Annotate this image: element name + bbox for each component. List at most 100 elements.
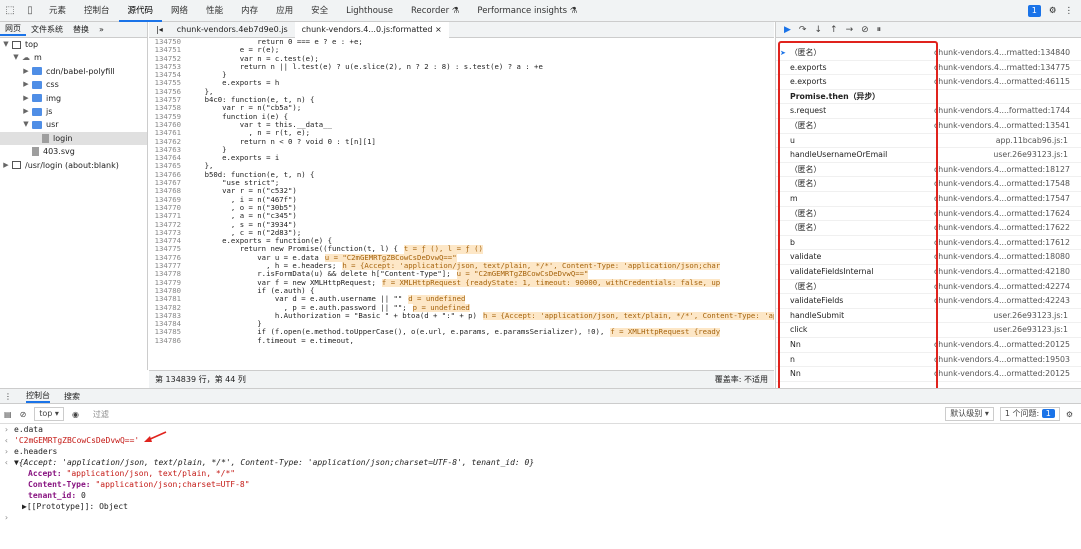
expand-arrow-icon[interactable]: ▶ [22, 92, 30, 105]
panel-tab[interactable]: 性能 [197, 0, 232, 22]
frame-location[interactable]: chunk-vendors.4...ormatted:19503 [934, 353, 1074, 367]
step-out-icon[interactable]: ↑ [830, 25, 838, 35]
device-toggle-icon[interactable]: ▯ [20, 5, 40, 16]
tree-item[interactable]: ▼ ☁ m [0, 51, 147, 64]
tree-item-label: top [25, 40, 39, 49]
step-icon[interactable]: → [846, 25, 854, 35]
tree-item[interactable]: ▶ css [0, 78, 147, 91]
tree-item[interactable]: ▶ cdn/babel-polyfill [0, 65, 147, 78]
frame-location[interactable]: chunk-vendors.4...ormatted:20125 [934, 367, 1074, 381]
issues-badge[interactable]: 1 [1027, 4, 1041, 17]
drawer-menu-icon[interactable]: ⋮ [4, 392, 12, 401]
panel-tab[interactable]: 元素 [40, 0, 75, 22]
prompt-caret-icon: › [4, 513, 9, 522]
object-property-key: tenant_id: [28, 491, 77, 500]
tree-item[interactable]: 403.svg [0, 145, 147, 158]
inspect-icon[interactable]: ⬚ [0, 5, 20, 16]
pause-exceptions-icon[interactable]: ⏸ [877, 25, 882, 35]
tree-item-label: css [46, 80, 59, 90]
frame-location[interactable]: chunk-vendors.4...rmatted:134840 [934, 46, 1074, 60]
code-line: 134755 e.exports = h [149, 79, 774, 88]
resume-icon[interactable]: ▶ [784, 25, 791, 35]
tree-item[interactable]: ▼ usr [0, 118, 147, 131]
frame-location[interactable]: chunk-vendors.4...ormatted:42180 [934, 265, 1074, 279]
input-prompt-icon: › [4, 425, 9, 434]
navigator-toggle-icon[interactable]: |◂ [149, 25, 170, 34]
code-view[interactable]: 134750 return 0 === e ? e : +e; 134751 e … [149, 38, 774, 370]
tree-item[interactable]: ▼ top [0, 38, 147, 51]
frame-location[interactable]: chunk-vendors.4...ormatted:42243 [934, 294, 1074, 308]
frame-location[interactable]: chunk-vendors.4...ormatted:17612 [934, 236, 1074, 250]
frame-location[interactable]: chunk-vendors.4...ormatted:20125 [934, 338, 1074, 352]
frame-location[interactable]: app.11bcab96.js:1 [934, 134, 1074, 148]
console-result-object[interactable]: ▼{Accept: 'application/json, text/plain,… [14, 458, 534, 467]
frame-location[interactable] [934, 90, 1074, 104]
devtools-top-bar: ⬚ ▯ 元素 控制台 源代码 网络 性能 内存 应用 安全 Lighthouse Recorder… [0, 0, 1081, 22]
frame-location[interactable]: chunk-vendors.4...ormatted:42274 [934, 280, 1074, 294]
deactivate-breakpoints-icon[interactable]: ⊘ [861, 25, 869, 35]
frame-location[interactable]: chunk-vendors.4...ormatted:13541 [934, 119, 1074, 133]
expand-arrow-icon[interactable]: ▶ [22, 78, 30, 91]
panel-tab[interactable]: 源代码 [118, 0, 163, 22]
frame-location[interactable]: user.26e93123.js:1 [934, 148, 1074, 162]
expand-arrow-icon[interactable]: ▼ [12, 51, 20, 64]
panel-tab[interactable]: 应用 [267, 0, 302, 22]
console-line: › e.headers [0, 446, 1081, 457]
tree-item[interactable]: ▶ js [0, 105, 147, 118]
filter-input[interactable]: 过滤 [93, 409, 693, 420]
frame-location[interactable]: chunk-vendors.4...ormatted:17548 [934, 177, 1074, 191]
frame-location[interactable]: chunk-vendors.4...ormatted:17547 [934, 192, 1074, 206]
tab-search[interactable]: 搜索 [64, 391, 80, 402]
expand-arrow-icon[interactable]: ▶ [22, 65, 30, 78]
panel-tab[interactable]: Lighthouse [337, 0, 402, 22]
line-source: return n || l.test(e) ? u(e.slice(2), n … [187, 61, 543, 71]
panel-tab[interactable]: 网络 [162, 0, 197, 22]
tree-item-label: 403.svg [43, 147, 75, 157]
more-menu-icon[interactable]: ⋮ [1065, 6, 1074, 16]
expand-arrow-icon[interactable]: ▶ [22, 105, 30, 118]
console-prompt[interactable]: › [0, 512, 1081, 523]
eye-icon[interactable]: ◉ [72, 410, 79, 419]
step-over-icon[interactable]: ↷ [799, 25, 807, 35]
panel-tab[interactable]: Performance insights ⚗ [468, 0, 586, 22]
panel-tab[interactable]: 控制台 [75, 0, 119, 22]
line-number[interactable]: 134786 [149, 336, 187, 345]
tab-console[interactable]: 控制台 [26, 390, 50, 403]
frame-location[interactable]: chunk-vendors.4...ormatted:17622 [934, 221, 1074, 235]
panel-tab[interactable]: 内存 [232, 0, 267, 22]
frame-location[interactable]: chunk-vendors.4...ormatted:18127 [934, 163, 1074, 177]
navigator-tab[interactable]: 文件系统 [26, 24, 68, 35]
console-settings-icon[interactable]: ⚙ [1066, 410, 1073, 419]
context-selector[interactable]: top ▾ [34, 407, 64, 421]
frame-location[interactable]: chunk-vendors.4...ormatted:18080 [934, 250, 1074, 264]
sidebar-toggle-icon[interactable]: ▤ [4, 410, 12, 419]
expand-arrow-icon[interactable]: ▼ [22, 118, 30, 131]
navigator-tab[interactable]: » [94, 25, 109, 34]
panel-tab[interactable]: 安全 [302, 0, 337, 22]
drawer-tabs: ⋮ 控制台 搜索 [0, 388, 1081, 404]
expand-arrow-icon[interactable]: ▼ [2, 38, 10, 51]
frame-location[interactable]: chunk-vendors.4...ormatted:46115 [934, 75, 1074, 89]
navigator-tab[interactable]: 替换 [68, 24, 94, 35]
object-prototype[interactable]: ▶[[Prototype]]: Object [22, 502, 128, 511]
editor-tabs: |◂ chunk-vendors.4eb7d9e0.js chunk-vendors… [149, 22, 774, 38]
editor-tab[interactable]: chunk-vendors.4eb7d9e0.js [170, 25, 295, 34]
tree-item-label: usr [46, 120, 59, 130]
editor-tab[interactable]: chunk-vendors.4...0.js:formatted × [294, 22, 449, 38]
frame-location[interactable]: chunk-vendors.4....formatted:1744 [934, 104, 1074, 118]
navigator-tab[interactable]: 网页 [0, 23, 26, 36]
log-level-select[interactable]: 默认级别 ▾ [945, 407, 994, 421]
issues-button[interactable]: 1 个问题: 1 [999, 407, 1060, 421]
tree-item[interactable]: login [0, 131, 147, 146]
clear-console-icon[interactable]: ⊘ [20, 410, 27, 419]
frame-location[interactable]: user.26e93123.js:1 [934, 309, 1074, 323]
panel-tab[interactable]: Recorder ⚗ [402, 0, 468, 22]
frame-location[interactable]: chunk-vendors.4...rmatted:134775 [934, 61, 1074, 75]
step-into-icon[interactable]: ↓ [814, 25, 822, 35]
tree-item[interactable]: ▶ img [0, 92, 147, 105]
tree-item[interactable]: ▶ /usr/login (about:blank) [0, 159, 147, 172]
frame-location[interactable]: chunk-vendors.4...ormatted:17624 [934, 207, 1074, 221]
settings-icon[interactable]: ⚙ [1049, 6, 1057, 16]
expand-arrow-icon[interactable]: ▶ [2, 159, 10, 172]
frame-location[interactable]: user.26e93123.js:1 [934, 323, 1074, 337]
